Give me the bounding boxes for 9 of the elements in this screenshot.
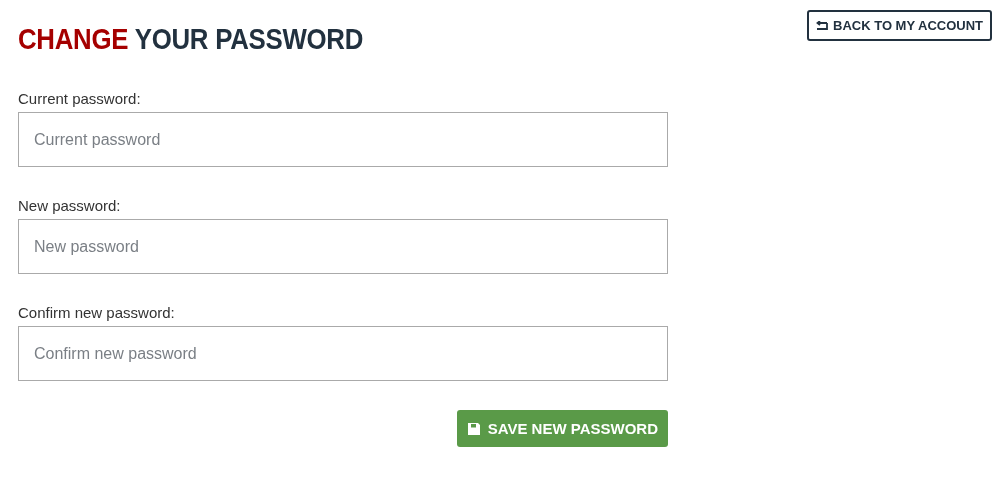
password-field[interactable]: Confirm new password (18, 326, 668, 381)
password-field[interactable]: Current password (18, 112, 668, 167)
back-button[interactable]: BACK TO MY ACCOUNT (807, 10, 992, 41)
field-label: New password: (18, 197, 122, 214)
field-label: Confirm new password: (18, 304, 176, 321)
password-field[interactable]: New password (18, 219, 668, 274)
field-label: Current password: (18, 90, 142, 107)
return-arrow-icon (816, 20, 828, 31)
page-title: CHANGE YOUR PASSWORD (18, 22, 364, 56)
